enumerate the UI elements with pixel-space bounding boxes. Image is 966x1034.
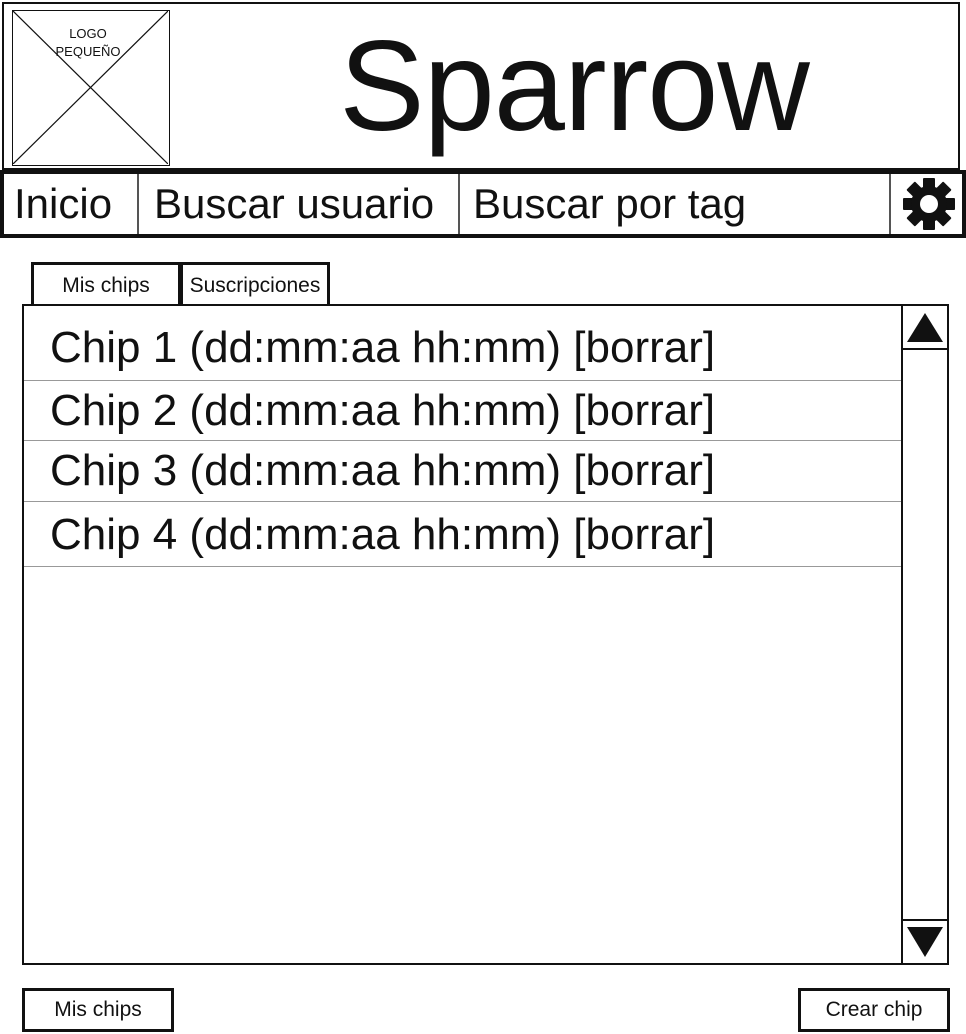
scrollbar[interactable] — [901, 306, 947, 963]
nav-divider — [137, 174, 139, 234]
list-item[interactable]: Chip 4 (dd:mm:aa hh:mm) [borrar] — [24, 502, 903, 567]
list-item[interactable]: Chip 3 (dd:mm:aa hh:mm) [borrar] — [24, 441, 903, 502]
nav-item-buscar-por-tag[interactable]: Buscar por tag — [473, 174, 873, 234]
triangle-up-icon — [907, 313, 943, 342]
nav-item-inicio[interactable]: Inicio — [14, 174, 138, 234]
list-item[interactable]: Chip 1 (dd:mm:aa hh:mm) [borrar] — [24, 306, 903, 381]
nav-item-buscar-usuario[interactable]: Buscar usuario — [154, 174, 454, 234]
nav-divider — [889, 174, 891, 234]
nav-divider — [458, 174, 460, 234]
tab-suscripciones[interactable]: Suscripciones — [180, 262, 330, 304]
crear-chip-button[interactable]: Crear chip — [798, 988, 950, 1032]
nav-bar: Inicio Buscar usuario Buscar por tag — [0, 170, 966, 238]
triangle-down-icon — [907, 927, 943, 957]
settings-button[interactable] — [902, 177, 956, 231]
logo-placeholder: LOGO PEQUEÑO — [12, 10, 170, 166]
scroll-down-button[interactable] — [903, 919, 947, 963]
chip-list-panel: Chip 1 (dd:mm:aa hh:mm) [borrar] Chip 2 … — [22, 304, 949, 965]
chip-list: Chip 1 (dd:mm:aa hh:mm) [borrar] Chip 2 … — [24, 306, 903, 567]
logo-text: LOGO PEQUEÑO — [55, 26, 121, 59]
scroll-up-button[interactable] — [903, 306, 947, 350]
list-item[interactable]: Chip 2 (dd:mm:aa hh:mm) [borrar] — [24, 381, 903, 441]
mis-chips-button[interactable]: Mis chips — [22, 988, 174, 1032]
gear-icon — [903, 178, 955, 230]
tab-mis-chips[interactable]: Mis chips — [31, 262, 181, 304]
app-title: Sparrow — [339, 15, 810, 158]
header: LOGO PEQUEÑO Sparrow — [2, 2, 960, 170]
